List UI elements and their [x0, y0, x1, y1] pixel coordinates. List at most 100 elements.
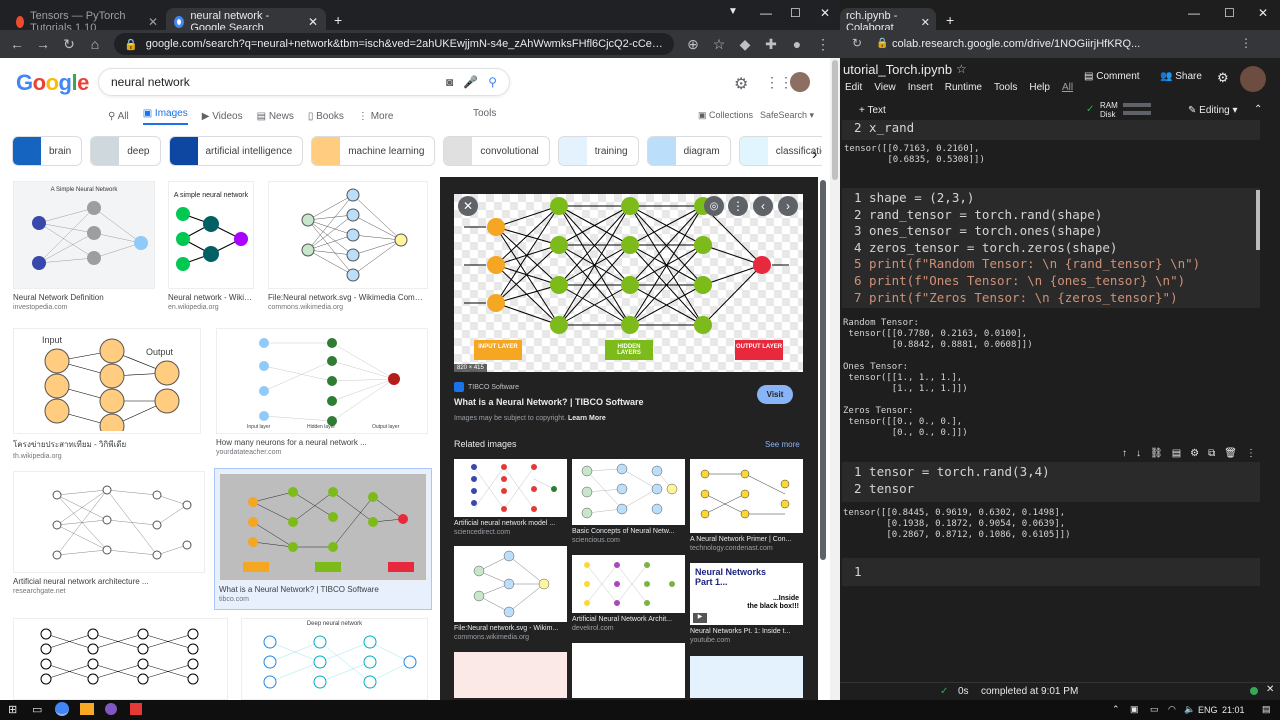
star-icon[interactable]: ☆ — [956, 62, 967, 76]
zoom-icon[interactable]: ⊕ — [686, 36, 700, 53]
share-button[interactable]: 👥 Share — [1160, 71, 1202, 82]
close-window-icon[interactable]: ✕ — [820, 6, 830, 20]
tab-all[interactable]: ⚲ All — [108, 111, 129, 122]
battery-icon[interactable]: ▭ — [1150, 704, 1159, 715]
notifications-icon[interactable]: ▤ — [1262, 704, 1271, 715]
source-row[interactable]: TIBCO Software — [454, 382, 519, 392]
see-more-link[interactable]: See more — [765, 440, 800, 449]
reload-icon[interactable]: ↻ — [852, 36, 862, 50]
comment-icon[interactable]: ▤ — [1172, 448, 1181, 459]
safesearch-button[interactable]: SafeSearch ▾ — [760, 110, 814, 121]
camera-icon[interactable]: ◙ — [446, 75, 453, 89]
profile-icon[interactable]: ● — [790, 36, 804, 52]
cell-more-icon[interactable]: ⋮ — [1246, 448, 1256, 459]
reload-icon[interactable]: ↻ — [62, 36, 76, 53]
close-tab-icon[interactable]: ✕ — [148, 15, 158, 29]
related-card[interactable]: Neural Networks Part 1... ...Inside the bl… — [690, 563, 803, 644]
related-card[interactable]: Basic Concepts of Neural Netw... scienci… — [572, 459, 685, 544]
mirror-icon[interactable]: ⧉ — [1208, 448, 1215, 459]
related-card[interactable]: File:Neural network.svg - Wikim... commo… — [454, 546, 567, 641]
tab-videos[interactable]: ▶ Videos — [202, 111, 243, 122]
back-icon[interactable]: ← — [10, 36, 24, 52]
volume-icon[interactable]: 🔈 — [1184, 704, 1195, 715]
preview-title[interactable]: What is a Neural Network? | TIBCO Softwa… — [454, 397, 644, 407]
visit-button[interactable]: Visit — [757, 385, 793, 404]
new-tab-icon[interactable]: + — [946, 12, 954, 28]
apps-grid-icon[interactable]: ⋮⋮ — [765, 74, 793, 91]
page-scrollbar[interactable] — [830, 58, 840, 700]
omnibox[interactable]: 🔒 google.com/search?q=neural+network&tbm… — [114, 33, 674, 55]
settings-gear-icon[interactable]: ⚙ — [1217, 70, 1229, 86]
avatar[interactable] — [1240, 66, 1266, 92]
chip-classification[interactable]: classification — [738, 136, 822, 166]
chrome-taskbar-icon[interactable] — [55, 702, 69, 716]
tab-books[interactable]: ▯ Books — [308, 111, 344, 122]
network-icon[interactable]: ▣ — [1130, 704, 1139, 715]
new-tab-icon[interactable]: + — [334, 12, 342, 28]
menu-runtime[interactable]: Runtime — [945, 82, 982, 93]
menu-dots-icon[interactable]: ⋮ — [1240, 36, 1252, 50]
move-up-icon[interactable]: ↑ — [1122, 448, 1127, 459]
chips-next-icon[interactable]: › — [812, 146, 817, 164]
menu-view[interactable]: View — [874, 82, 896, 93]
collections-link[interactable]: ▣ Collections — [698, 110, 753, 121]
extensions-puzzle-icon[interactable]: ✚ — [764, 36, 778, 53]
close-tab-icon[interactable]: ✕ — [308, 15, 318, 29]
cell-scrollbar[interactable] — [1256, 190, 1260, 250]
forward-icon[interactable]: → — [36, 36, 50, 52]
result-card[interactable]: Deep neural network — [241, 618, 428, 700]
related-card[interactable]: Artificial Neural Network Archit... deve… — [572, 555, 685, 632]
wifi-icon[interactable]: ◠ — [1168, 704, 1176, 715]
result-card[interactable]: Artificial neural network architecture .… — [13, 471, 205, 595]
menu-tools[interactable]: Tools — [994, 82, 1017, 93]
close-preview-icon[interactable]: ✕ — [458, 196, 478, 216]
cell-settings-icon[interactable]: ⚙ — [1190, 448, 1199, 459]
tray-arrow-icon[interactable]: ⌃ — [1112, 704, 1120, 715]
result-card-selected[interactable]: What is a Neural Network? | TIBCO Softwa… — [214, 468, 432, 610]
close-window-icon[interactable]: ✕ — [1258, 6, 1268, 20]
editing-mode-button[interactable]: ✎ Editing ▾ — [1188, 105, 1238, 116]
scrollbar-thumb[interactable] — [832, 60, 838, 180]
bookmark-star-icon[interactable]: ☆ — [712, 36, 726, 53]
learn-more-link[interactable]: Learn More — [568, 415, 606, 422]
tools-button[interactable]: Tools — [473, 108, 496, 119]
move-down-icon[interactable]: ↓ — [1136, 448, 1141, 459]
chip-brain[interactable]: brain — [12, 136, 83, 166]
tab-search-icon[interactable]: ▼ — [728, 6, 738, 17]
result-card[interactable]: A Simple Neural Network Neural Network D… — [13, 181, 155, 311]
file-explorer-icon[interactable] — [80, 703, 94, 715]
minimize-icon[interactable]: — — [760, 6, 772, 20]
result-card[interactable]: Input Output โครงข่ายประสาทเทียม - วิกิพ… — [13, 328, 201, 460]
search-icon[interactable]: ⚲ — [488, 75, 497, 89]
chip-ai[interactable]: artificial intelligence — [168, 136, 304, 166]
next-image-icon[interactable]: › — [778, 196, 798, 216]
preview-image[interactable]: INPUT LAYER HIDDEN LAYERS OUTPUT LAYER 8… — [454, 194, 803, 372]
tab-more[interactable]: ⋮ More — [358, 111, 394, 122]
language-indicator[interactable]: ENG — [1198, 705, 1218, 715]
menu-edit[interactable]: Edit — [845, 82, 862, 93]
more-options-icon[interactable]: ⋮ — [728, 196, 748, 216]
comment-button[interactable]: ▤ Comment — [1084, 71, 1140, 82]
menu-dots-icon[interactable]: ⋮ — [816, 36, 830, 53]
url-text[interactable]: colab.research.google.com/drive/1NOGiirj… — [892, 38, 1140, 50]
tab-images[interactable]: ▣ Images — [142, 108, 188, 125]
extension-icon[interactable]: ◆ — [738, 36, 752, 53]
panel-scrollbar[interactable] — [820, 180, 826, 560]
chip-training[interactable]: training — [557, 136, 639, 166]
delete-icon[interactable]: 🗑 — [1224, 448, 1237, 459]
add-text-button[interactable]: + Text — [859, 105, 886, 116]
menu-help[interactable]: Help — [1029, 82, 1050, 93]
result-card[interactable]: A simple neural network Neural network -… — [168, 181, 254, 311]
close-tab-icon[interactable]: ✕ — [921, 16, 930, 29]
result-card[interactable]: File:Neural network.svg - Wikimedia Comm… — [268, 181, 428, 311]
mic-icon[interactable]: 🎤 — [463, 75, 478, 89]
minimize-icon[interactable]: — — [1188, 6, 1200, 20]
related-card[interactable] — [690, 656, 803, 698]
lens-icon[interactable]: ◎ — [704, 196, 724, 216]
code-cell[interactable]: 1 tensor = torch.rand(3,4) 2 tensor — [842, 462, 1260, 502]
menu-insert[interactable]: Insert — [908, 82, 933, 93]
windows-start-icon[interactable]: ⊞ — [8, 703, 17, 716]
code-cell[interactable]: 2 x_rand — [842, 120, 1260, 140]
menu-all-changes[interactable]: All — [1062, 82, 1073, 93]
code-cell[interactable]: 1 shape = (2,3,) 2 rand_tensor = torch.r… — [842, 188, 1260, 308]
